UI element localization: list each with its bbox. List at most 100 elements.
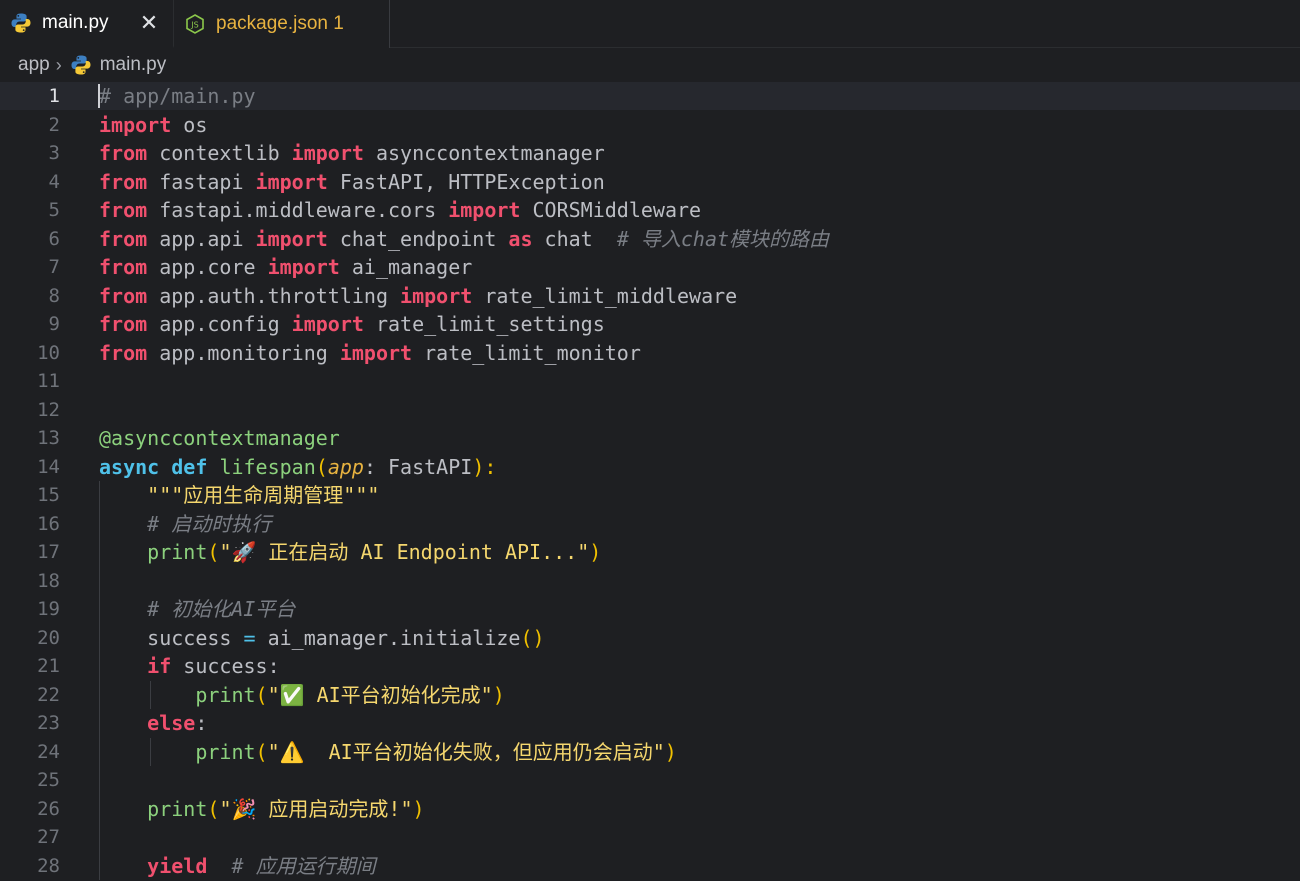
code-token: = <box>243 625 256 650</box>
code-line[interactable]: 8 from app.auth.throttling import rate_li… <box>0 282 1300 310</box>
code-line[interactable]: 27 <box>0 823 1300 851</box>
code-token: # app/main.py <box>99 84 256 108</box>
breadcrumb-folder[interactable]: app <box>18 54 50 76</box>
python-icon <box>70 54 92 76</box>
code-text: print("⚠️ AI平台初始化失败，但应用仍会启动") <box>99 738 677 766</box>
code-line[interactable]: 7 from app.core import ai_manager <box>0 253 1300 281</box>
code-line[interactable]: 10 from app.monitoring import rate_limit_… <box>0 339 1300 367</box>
code-token: ( <box>207 540 220 564</box>
code-line[interactable]: 16 # 启动时执行 <box>0 510 1300 538</box>
code-token: ) <box>664 739 677 764</box>
code-token: ( <box>255 739 268 764</box>
code-token: import <box>339 340 413 365</box>
code-text: from app.config import rate_limit_settin… <box>99 310 605 338</box>
code-line[interactable]: 12 <box>0 396 1300 424</box>
code-token: os <box>171 112 208 137</box>
line-number: 25 <box>37 769 60 791</box>
code-token: ): <box>472 454 497 479</box>
code-token: success <box>99 625 244 650</box>
code-token: fastapi.middleware.cors <box>147 198 449 222</box>
code-line[interactable]: 17 print("🚀 正在启动 AI Endpoint API...") <box>0 538 1300 566</box>
line-number: 5 <box>48 199 60 221</box>
code-token: contextlib <box>147 141 292 165</box>
code-text: else: <box>99 709 207 737</box>
code-line[interactable]: 9 from app.config import rate_limit_setti… <box>0 310 1300 338</box>
code-line[interactable]: 26 print("🎉 应用启动完成!") <box>0 795 1300 823</box>
tab-package-json[interactable]: JS package.json 1 <box>174 0 390 48</box>
code-token: "🎉 应用启动完成!" <box>219 796 413 821</box>
code-line[interactable]: 3 from contextlib import asynccontextmana… <box>0 139 1300 167</box>
close-icon[interactable]: ✕ <box>139 10 159 36</box>
code-line[interactable]: 15 """应用生命周期管理""" <box>0 481 1300 509</box>
code-line[interactable]: 6 from app.api import chat_endpoint as ch… <box>0 225 1300 253</box>
code-line[interactable]: 13 @asynccontextmanager <box>0 424 1300 452</box>
code-token: from <box>99 141 148 165</box>
code-line[interactable]: 18 <box>0 567 1300 595</box>
line-number: 10 <box>37 341 60 364</box>
code-line[interactable]: 24 print("⚠️ AI平台初始化失败，但应用仍会启动") <box>0 738 1300 766</box>
code-line[interactable]: 2 import os <box>0 111 1300 139</box>
code-line[interactable]: 14 async def lifespan(app: FastAPI): <box>0 453 1300 481</box>
code-token: print <box>147 796 208 821</box>
code-token: app.api <box>147 226 256 251</box>
code-token: from <box>99 340 148 365</box>
code-token: yield <box>147 853 208 878</box>
code-text: from contextlib import asynccontextmanag… <box>99 139 605 167</box>
code-line[interactable]: 19 # 初始化AI平台 <box>0 595 1300 623</box>
code-token: app.core <box>147 255 268 279</box>
code-text: print("✅ AI平台初始化完成") <box>99 681 504 709</box>
tab-main-py[interactable]: main.py ✕ <box>0 0 174 48</box>
code-line[interactable]: 23 else: <box>0 709 1300 737</box>
code-text: from app.api import chat_endpoint as cha… <box>99 225 829 253</box>
code-token: "🚀 正在启动 AI Endpoint API..." <box>219 540 590 564</box>
code-line[interactable]: 1 # app/main.py <box>0 82 1300 110</box>
code-line[interactable]: 22 print("✅ AI平台初始化完成") <box>0 681 1300 709</box>
chevron-right-icon: › <box>55 54 62 75</box>
code-line[interactable]: 5 from fastapi.middleware.cors import COR… <box>0 196 1300 224</box>
code-token: from <box>99 169 148 194</box>
code-line[interactable]: 28 yield # 应用运行期间 <box>0 852 1300 880</box>
tab-bar-empty-space <box>390 0 1300 48</box>
code-token: from <box>99 198 148 222</box>
code-text: @asynccontextmanager <box>99 424 340 452</box>
line-number: 9 <box>48 313 60 335</box>
code-token: ) <box>589 540 602 564</box>
code-token: app.config <box>147 312 292 336</box>
line-number: 11 <box>37 370 60 392</box>
code-line[interactable]: 4 from fastapi import FastAPI, HTTPExcept… <box>0 168 1300 196</box>
code-token: rate_limit_monitor <box>412 340 641 365</box>
tab-label: main.py <box>42 12 109 33</box>
code-token: as <box>508 226 533 251</box>
code-text: from app.core import ai_manager <box>99 253 472 281</box>
code-line[interactable]: 21 if success: <box>0 652 1300 680</box>
line-number: 12 <box>37 398 60 421</box>
code-line[interactable]: 11 <box>0 367 1300 395</box>
code-token: app.monitoring <box>147 340 340 365</box>
code-token: chat <box>532 226 617 251</box>
code-text: # app/main.py <box>99 82 256 110</box>
code-token: import <box>291 141 364 165</box>
code-text: """应用生命周期管理""" <box>99 481 379 509</box>
code-editor[interactable]: 1 # app/main.py 2 import os 3 from contextlib… <box>0 82 1300 881</box>
code-token: # 应用运行期间 <box>231 853 376 878</box>
line-number: 18 <box>37 569 60 592</box>
code-text: from app.monitoring import rate_limit_mo… <box>99 339 641 367</box>
code-token: """应用生命周期管理""" <box>147 483 380 507</box>
code-line[interactable]: 20 success = ai_manager.initialize() <box>0 624 1300 652</box>
code-token: ai_manager.initialize <box>255 625 521 650</box>
code-token: asynccontextmanager <box>363 141 605 165</box>
code-token: else <box>147 711 196 735</box>
code-token: ( <box>315 454 328 479</box>
code-line[interactable]: 25 <box>0 766 1300 794</box>
line-number: 24 <box>37 740 60 763</box>
line-number: 26 <box>37 797 60 820</box>
code-token: ( <box>255 682 268 707</box>
breadcrumb-file[interactable]: main.py <box>100 54 167 76</box>
code-text: async def lifespan(app: FastAPI): <box>99 453 496 481</box>
